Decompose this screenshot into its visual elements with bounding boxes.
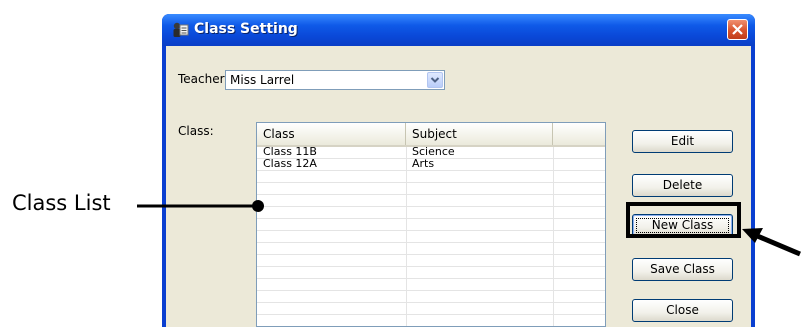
- annotation-highlight-box: [626, 202, 741, 238]
- cell-class: Class 12A: [263, 157, 317, 170]
- dialog-client-area: Teacher: Miss Larrel Class: Class Subjec…: [166, 46, 751, 327]
- teacher-dropdown-value: Miss Larrel: [230, 73, 295, 87]
- column-divider: [553, 147, 554, 326]
- app-icon: [173, 22, 189, 37]
- column-divider: [406, 147, 407, 326]
- column-header-subject[interactable]: Subject: [406, 123, 553, 145]
- column-header-class[interactable]: Class: [257, 123, 406, 145]
- class-list-header: Class Subject: [257, 123, 605, 147]
- cell-subject: Arts: [412, 157, 435, 170]
- teacher-label: Teacher:: [178, 72, 229, 86]
- delete-button[interactable]: Delete: [632, 174, 733, 197]
- close-window-button[interactable]: [727, 19, 748, 40]
- chevron-down-icon: [430, 77, 440, 83]
- title-bar[interactable]: Class Setting: [162, 14, 755, 46]
- close-icon: [732, 24, 743, 35]
- annotation-class-list-label: Class List: [12, 191, 111, 215]
- class-setting-window: Class Setting Teacher: Miss Larrel Class…: [162, 14, 755, 327]
- column-header-empty[interactable]: [553, 123, 605, 145]
- dropdown-arrow-button[interactable]: [427, 72, 443, 88]
- window-title: Class Setting: [194, 21, 298, 37]
- annotation-arrow-line: [754, 232, 801, 257]
- class-label: Class:: [178, 124, 214, 138]
- class-list[interactable]: Class Subject Class 11B Science Class 12…: [256, 122, 606, 327]
- teacher-dropdown[interactable]: Miss Larrel: [225, 70, 445, 90]
- save-class-button[interactable]: Save Class: [632, 258, 733, 281]
- edit-button[interactable]: Edit: [632, 130, 733, 153]
- close-button[interactable]: Close: [632, 299, 733, 322]
